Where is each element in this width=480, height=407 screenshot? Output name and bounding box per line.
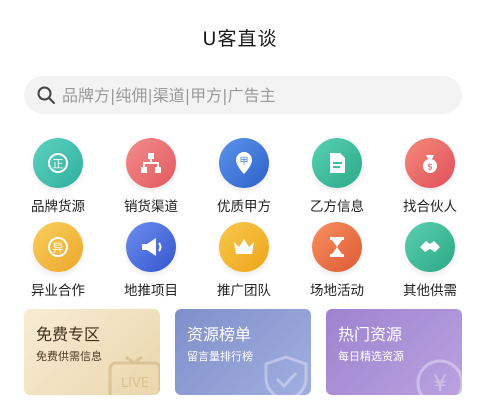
category-ground-promotion[interactable]: 地推项目 [105,222,197,306]
category-label: 其他供需 [403,283,457,299]
svg-text:甲: 甲 [239,156,248,167]
category-label: 品牌货源 [31,199,85,215]
card-resource-ranking[interactable]: 资源榜单 留言量排行榜 [175,309,311,395]
svg-text:¥: ¥ [433,372,447,395]
category-label: 找合伙人 [403,199,457,215]
card-subtitle: 免费供需信息 [36,350,102,363]
find-partner-icon: $ [405,138,455,188]
search-icon [37,86,55,104]
brand-source-icon: 正 [33,138,83,188]
svg-text:异: 异 [53,242,64,255]
cross-industry-icon: 异 [33,222,83,272]
card-subtitle: 留言量排行榜 [187,350,253,363]
category-find-partner[interactable]: $ 找合伙人 [384,138,476,222]
category-venue-event[interactable]: 场地活动 [291,222,383,306]
yen-coin-icon: ¥ [416,359,462,395]
card-free-zone[interactable]: 免费专区 免费供需信息 LIVE [24,309,160,395]
category-cross-industry[interactable]: 异 异业合作 [12,222,104,306]
partyb-info-icon [312,138,362,188]
category-promotion-team[interactable]: 推广团队 [198,222,290,306]
svg-text:$: $ [427,163,433,173]
category-label: 异业合作 [31,283,85,299]
feature-cards: 免费专区 免费供需信息 LIVE 资源榜单 留言量排行榜 热门资源 每日精选资源… [24,309,462,395]
category-label: 场地活动 [310,283,364,299]
card-subtitle: 每日精选资源 [338,350,404,363]
card-title: 资源榜单 [187,325,252,344]
category-label: 推广团队 [217,283,271,299]
category-label: 优质甲方 [217,199,271,215]
live-tv-icon: LIVE [108,355,160,395]
category-quality-partya[interactable]: 甲 优质甲方 [198,138,290,222]
category-row: 异 异业合作 地推项目 推广团队 场地活动 其他供需 [12,222,476,306]
venue-event-icon [312,222,362,272]
category-brand-source[interactable]: 正 品牌货源 [12,138,104,222]
category-label: 乙方信息 [310,199,364,215]
search-input[interactable] [62,85,422,105]
svg-text:正: 正 [53,158,64,171]
shield-check-icon [264,355,308,395]
category-sales-channel[interactable]: 销货渠道 [105,138,197,222]
card-title: 免费专区 [36,325,101,344]
category-row: 正 品牌货源 销货渠道 甲 优质甲方 乙方信息 $ 找合伙人 [12,138,476,222]
category-label: 地推项目 [124,283,178,299]
category-grid: 正 品牌货源 销货渠道 甲 优质甲方 乙方信息 $ 找合伙人 异 异业合作 地推… [12,138,476,306]
svg-text:LIVE: LIVE [121,376,149,391]
quality-partya-icon: 甲 [219,138,269,188]
page-title: U客直谈 [202,28,278,50]
category-other-supply[interactable]: 其他供需 [384,222,476,306]
sales-channel-icon [126,138,176,188]
card-title: 热门资源 [338,325,403,344]
other-supply-icon [405,222,455,272]
card-hot-resources[interactable]: 热门资源 每日精选资源 ¥ [326,309,462,395]
search-bar[interactable] [24,76,462,114]
category-partyb-info[interactable]: 乙方信息 [291,138,383,222]
promotion-team-icon [219,222,269,272]
category-label: 销货渠道 [124,199,178,215]
ground-promotion-icon [126,222,176,272]
